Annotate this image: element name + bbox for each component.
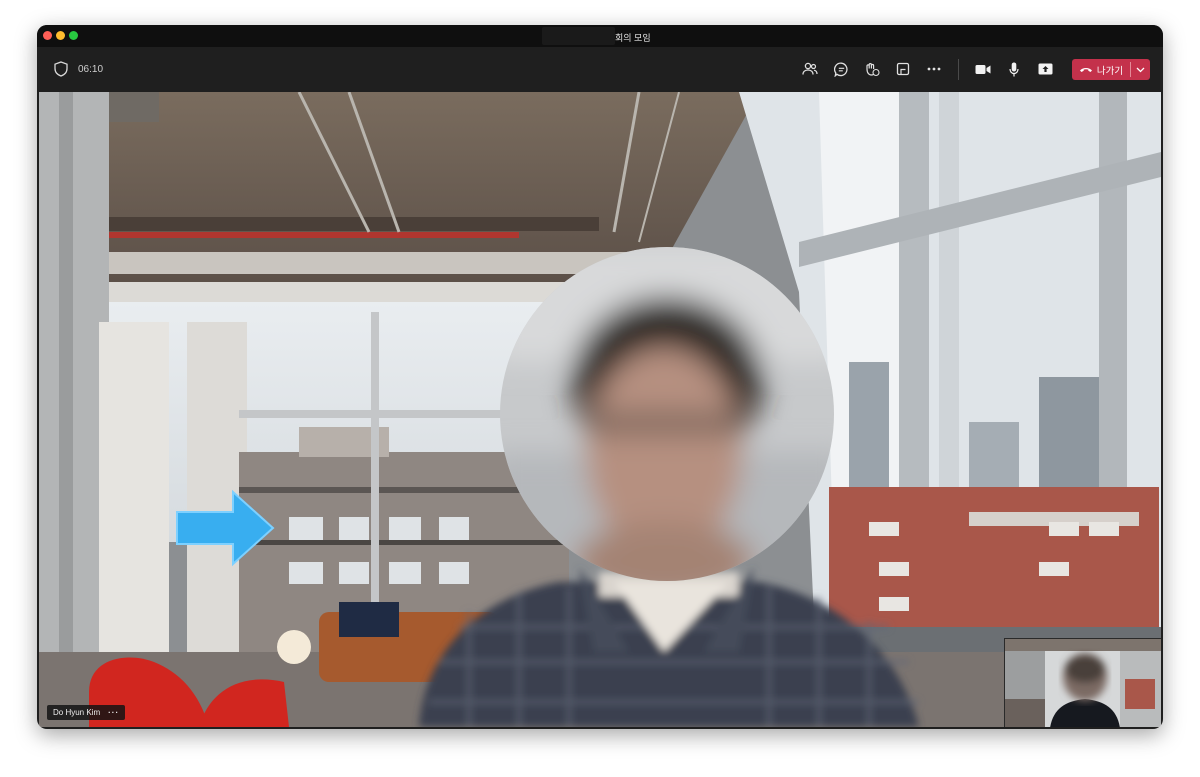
self-view-video[interactable]: [1004, 638, 1161, 727]
camera-button[interactable]: [972, 58, 994, 80]
minimize-window-button[interactable]: [56, 31, 65, 40]
participants-button[interactable]: [799, 58, 821, 80]
reactions-button[interactable]: [861, 58, 883, 80]
video-stage: Do Hyun Kim ···: [39, 92, 1161, 727]
share-icon: [1038, 63, 1052, 75]
microphone-button[interactable]: [1003, 58, 1025, 80]
participant-video-feed: [39, 92, 1161, 727]
rooms-button[interactable]: [892, 58, 914, 80]
meeting-toolbar: 06:10 나가기: [37, 47, 1163, 92]
title-bar: 회의 모임: [37, 25, 1163, 47]
participant-name: Do Hyun Kim: [53, 708, 101, 717]
reactions-icon: [866, 62, 880, 76]
chevron-down-icon: [1136, 67, 1145, 72]
more-actions-button[interactable]: [923, 58, 945, 80]
more-icon: [927, 67, 941, 71]
chat-button[interactable]: [830, 58, 852, 80]
participants-icon: [802, 62, 818, 75]
rooms-icon: [896, 62, 910, 76]
leave-options-button[interactable]: [1131, 59, 1150, 80]
self-view-feed: [1005, 639, 1161, 727]
shield-icon[interactable]: [54, 61, 68, 77]
camera-icon: [975, 64, 991, 74]
leave-main-button[interactable]: 나가기: [1072, 59, 1130, 80]
redacted-title-block: [542, 27, 615, 45]
share-screen-button[interactable]: [1034, 58, 1056, 80]
hang-up-icon: [1079, 68, 1092, 72]
leave-label: 나가기: [1096, 65, 1124, 77]
toolbar-divider: [958, 59, 959, 80]
leave-button[interactable]: 나가기: [1072, 59, 1150, 80]
meeting-timer: 06:10: [78, 64, 104, 75]
close-window-button[interactable]: [43, 31, 52, 40]
window-title: 회의 모임: [615, 33, 651, 43]
chat-icon: [833, 62, 848, 77]
zoom-window-button[interactable]: [69, 31, 78, 40]
participant-name-tag[interactable]: Do Hyun Kim ···: [47, 705, 126, 720]
teams-meeting-window: 회의 모임 06:10 나가기 Do Hyun Kim ···: [37, 25, 1163, 729]
participant-more-icon[interactable]: ···: [108, 708, 119, 717]
mic-icon: [1009, 62, 1019, 76]
